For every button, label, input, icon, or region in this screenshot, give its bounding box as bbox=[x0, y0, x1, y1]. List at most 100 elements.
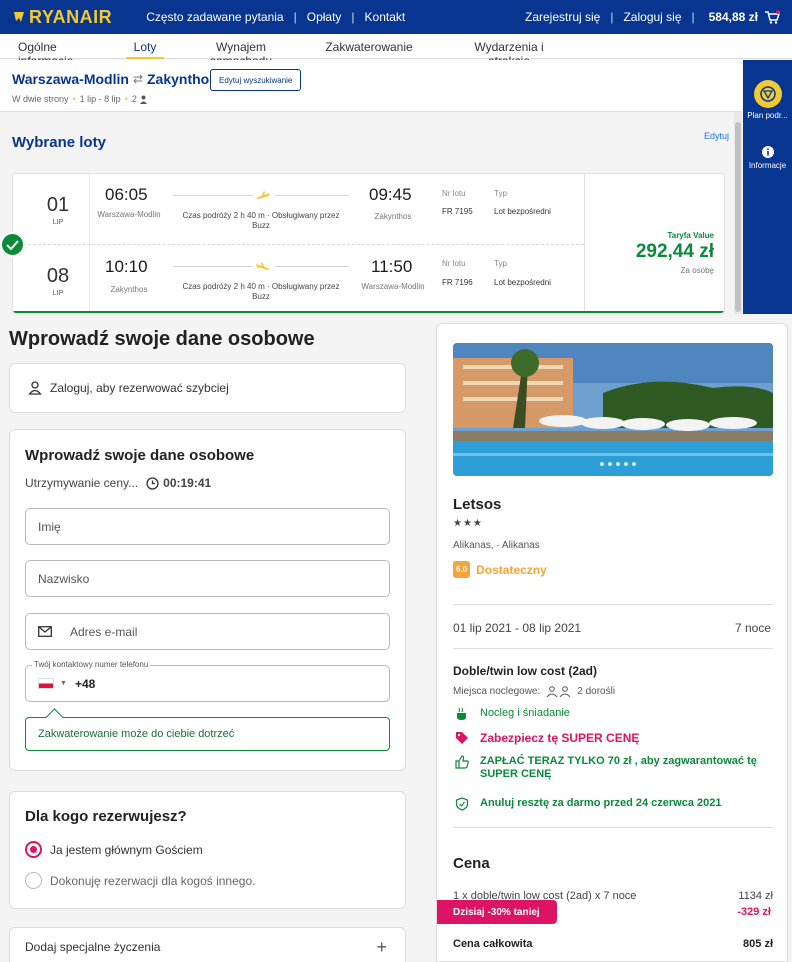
phone-prefix: +48 bbox=[74, 676, 96, 691]
fare-box: Taryfa Value 292,44 zł Za osobę bbox=[584, 174, 724, 313]
arrival-city: Zakynthos bbox=[374, 212, 412, 221]
ryanair-logo[interactable]: RYANAIR bbox=[12, 7, 112, 28]
review-rating: 6.0 Dostateczny bbox=[453, 561, 547, 578]
info-icon bbox=[761, 146, 774, 158]
nav-divider: | bbox=[691, 10, 695, 24]
login-link[interactable]: Zaloguj się bbox=[623, 10, 681, 24]
route-line bbox=[275, 195, 349, 196]
email-field[interactable]: Adres e-mail bbox=[25, 613, 390, 650]
clock-icon bbox=[146, 476, 159, 490]
selected-indicator-line bbox=[13, 311, 724, 313]
super-price-promo: Zabezpiecz tę SUPER CENĘ bbox=[453, 731, 639, 745]
trip-plan-button[interactable]: Plan podr... bbox=[743, 80, 792, 120]
mail-icon bbox=[38, 626, 52, 637]
chevron-down-icon[interactable]: ▼ bbox=[60, 680, 67, 687]
hotel-summary-card: Letsos ★★★ Alikanas, · Alikanas 6.0 Dost… bbox=[436, 323, 788, 962]
fare-per-person: Za osobę bbox=[680, 266, 714, 275]
login-prompt-text: Zaloguj, aby rezerwować szybciej bbox=[50, 381, 229, 395]
total-label: Cena całkowita bbox=[453, 938, 533, 950]
tag-icon bbox=[456, 732, 468, 744]
leg-divider bbox=[89, 245, 90, 313]
search-summary: Warszawa-Modlin ⇄ Zakynthos Edytuj wyszu… bbox=[0, 60, 742, 112]
scrollbar-thumb[interactable] bbox=[735, 122, 741, 312]
flight-card[interactable]: 01 LIP 06:05 Warszawa-Modlin Czas podróż… bbox=[12, 173, 725, 314]
arrival-time: 09:45 bbox=[369, 185, 412, 204]
departure-city: Zakynthos bbox=[110, 285, 148, 294]
selected-flights-title: Wybrane loty bbox=[12, 134, 106, 151]
radio-main-guest-label: Ja jestem głównym Gościem bbox=[50, 842, 203, 857]
super-price-label: Zabezpiecz tę SUPER CENĘ bbox=[480, 731, 640, 745]
divider bbox=[453, 827, 773, 828]
carousel-dots[interactable] bbox=[600, 462, 640, 466]
info-button[interactable]: Informacje bbox=[743, 146, 792, 170]
login-prompt-card[interactable]: Zaloguj, aby rezerwować szybciej bbox=[9, 363, 406, 413]
round-trip-icon: ⇄ bbox=[132, 72, 143, 86]
plane-icon bbox=[256, 191, 270, 199]
tab-flights[interactable]: Loty bbox=[126, 34, 164, 59]
edit-flights-link[interactable]: Edytuj bbox=[704, 131, 729, 141]
route-line bbox=[173, 195, 253, 196]
harp-icon bbox=[14, 12, 24, 22]
separator-dot: • bbox=[124, 94, 128, 104]
special-requests-card[interactable]: Dodaj specjalne życzenia + bbox=[9, 927, 406, 962]
first-name-field[interactable]: Imię bbox=[25, 508, 390, 545]
discount-amount: -329 zł bbox=[737, 906, 771, 918]
info-label: Informacje bbox=[748, 161, 787, 170]
basket-total: 584,88 zł bbox=[708, 10, 758, 24]
free-cancellation-label: Anuluj resztę za darmo przed 24 czerwca … bbox=[480, 797, 722, 809]
cart-icon bbox=[765, 10, 780, 24]
booking-for-title: Dla kogo rezerwujesz? bbox=[25, 808, 187, 825]
tab-general-info[interactable]: Ogólne informacje bbox=[18, 34, 102, 68]
poland-flag-icon[interactable] bbox=[38, 678, 54, 689]
search-details: W dwie strony • 1 lip - 8 lip • 2 bbox=[12, 94, 148, 104]
plane-icon bbox=[256, 262, 270, 270]
leg-divider bbox=[89, 174, 90, 244]
free-cancellation: Anuluj resztę za darmo przed 24 czerwca … bbox=[453, 797, 722, 811]
room-occupancy: Miejsca noclegowe: 2 dorośli bbox=[453, 686, 615, 697]
basket-button[interactable]: 584,88 zł bbox=[709, 10, 780, 24]
fees-link[interactable]: Opłaty bbox=[307, 10, 342, 24]
radio-button[interactable] bbox=[25, 872, 42, 889]
contact-link[interactable]: Kontakt bbox=[365, 10, 406, 24]
hotel-name[interactable]: Letsos bbox=[453, 496, 501, 513]
return-leg: 08 LIP 10:10 Zakynthos Czas podróży 2 h … bbox=[13, 245, 584, 313]
route-title: Warszawa-Modlin ⇄ Zakynthos bbox=[12, 71, 217, 87]
shield-check-icon bbox=[455, 797, 469, 811]
tab-car-rental[interactable]: Wynajem samochodu bbox=[186, 34, 296, 68]
last-name-field[interactable]: Nazwisko bbox=[25, 560, 390, 597]
radio-other-person[interactable]: Dokonuję rezerwacji dla kogoś innego. bbox=[25, 872, 255, 889]
plan-label: Plan podr... bbox=[747, 111, 788, 120]
adults-icon bbox=[546, 686, 571, 697]
nav-divider: | bbox=[351, 10, 355, 24]
brand-name: RYANAIR bbox=[29, 6, 113, 27]
faq-link[interactable]: Często zadawane pytania bbox=[146, 10, 283, 24]
register-link[interactable]: Zarejestruj się bbox=[525, 10, 600, 24]
radio-main-guest[interactable]: Ja jestem głównym Gościem bbox=[25, 841, 203, 858]
leg-day: 01 bbox=[46, 194, 70, 216]
tab-events[interactable]: Wydarzenia i atrakcje bbox=[454, 34, 564, 68]
leg-day: 08 bbox=[46, 265, 70, 287]
tab-accommodation[interactable]: Zakwaterowanie bbox=[324, 34, 414, 58]
hotel-image[interactable] bbox=[453, 343, 773, 476]
fare-name: Taryfa Value bbox=[667, 231, 714, 240]
phone-field[interactable]: Twój kontaktowy numer telefonu ▼ +48 bbox=[25, 660, 390, 702]
radio-button-selected[interactable] bbox=[25, 841, 42, 858]
form-title: Wprowadź swoje dane osobowe bbox=[25, 447, 255, 464]
arrival-time: 11:50 bbox=[371, 257, 413, 276]
occupancy-label: Miejsca noclegowe: bbox=[453, 686, 541, 697]
nav-divider: | bbox=[610, 10, 614, 24]
leg-month: LIP bbox=[52, 219, 64, 226]
edit-search-button[interactable]: Edytuj wyszukiwanie bbox=[210, 69, 302, 91]
price-hold-timer: 00:19:41 bbox=[163, 476, 212, 490]
flight-number: FR 7196 bbox=[442, 278, 473, 287]
scrollbar[interactable] bbox=[734, 112, 742, 314]
outbound-leg: 01 LIP 06:05 Warszawa-Modlin Czas podróż… bbox=[13, 174, 584, 244]
flight-duration: Czas podróży 2 h 40 m · Obsługiwany prze… bbox=[182, 211, 340, 231]
route-line bbox=[275, 266, 349, 267]
room-type: Doble/twin low cost (2ad) bbox=[453, 664, 598, 678]
plus-icon[interactable]: + bbox=[376, 937, 387, 958]
nav-divider: | bbox=[293, 10, 297, 24]
thumbs-up-icon bbox=[455, 755, 469, 769]
divider bbox=[453, 648, 773, 649]
stay-dates: 01 lip 2021 - 08 lip 2021 bbox=[453, 621, 582, 635]
